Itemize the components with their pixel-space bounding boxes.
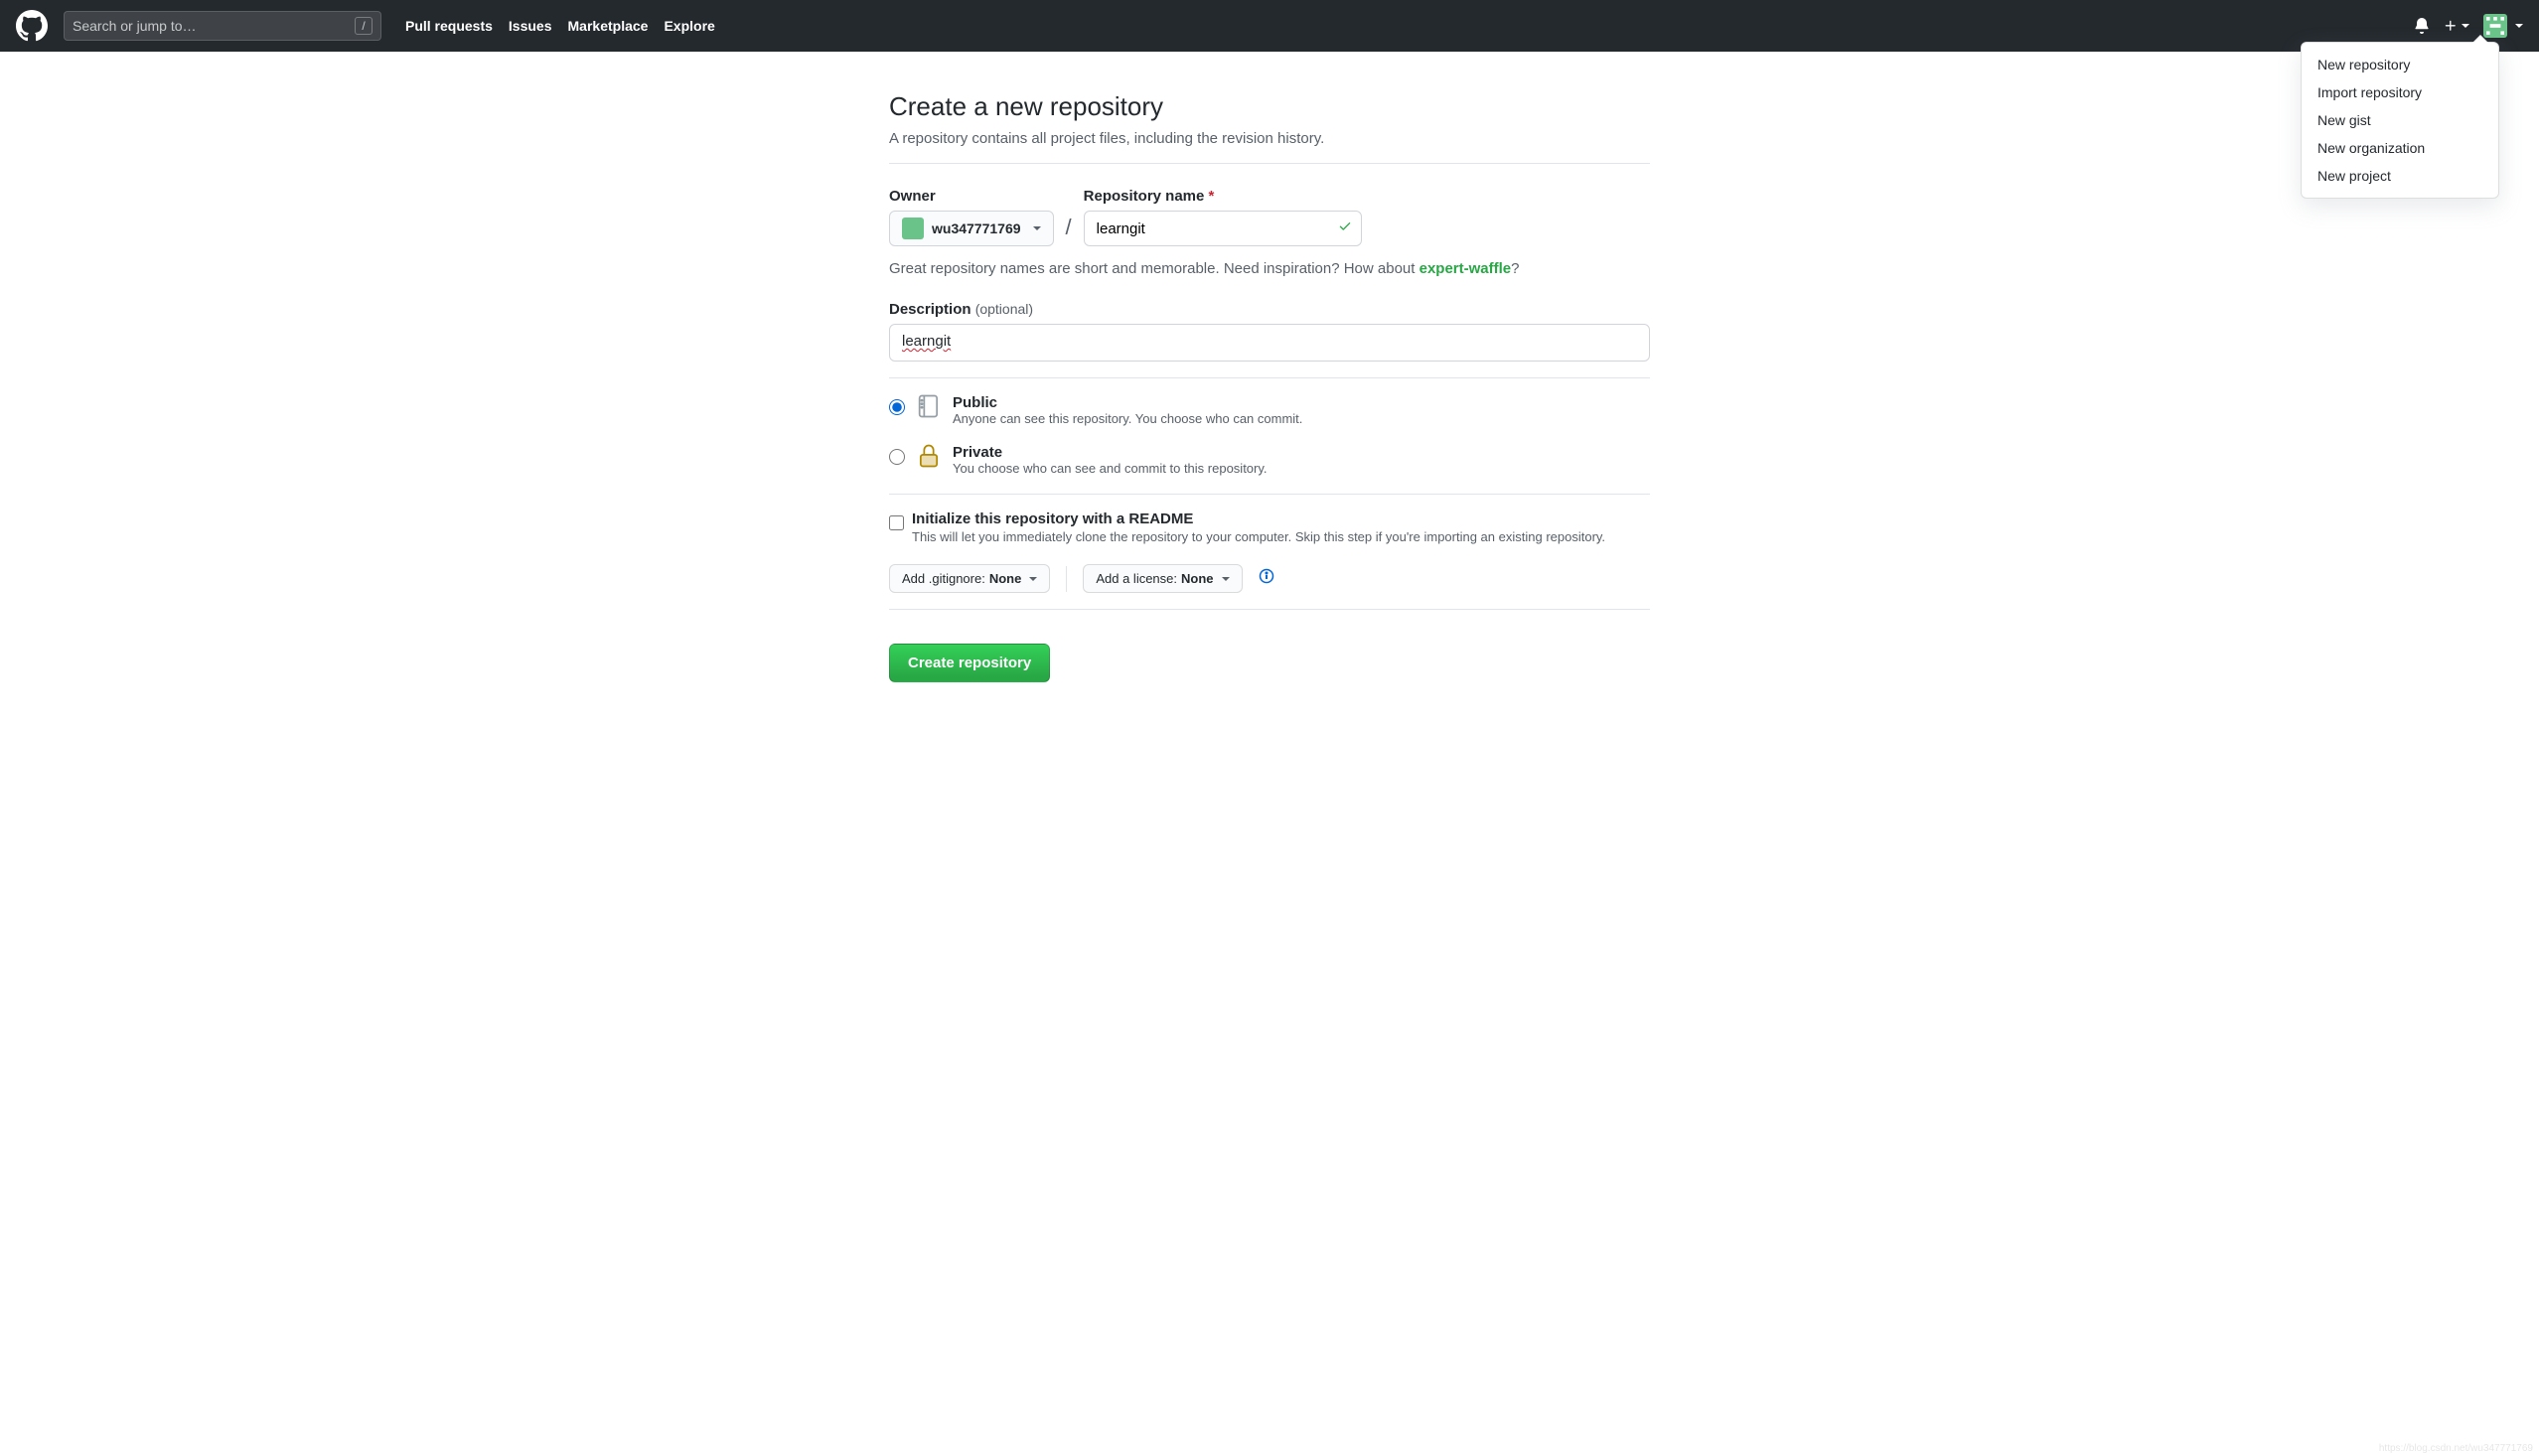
readme-title: Initialize this repository with a README bbox=[912, 510, 1605, 527]
menu-new-project[interactable]: New project bbox=[2302, 162, 2498, 190]
menu-import-repository[interactable]: Import repository bbox=[2302, 78, 2498, 106]
page-subtitle: A repository contains all project files,… bbox=[889, 130, 1650, 147]
github-logo-icon[interactable] bbox=[16, 10, 48, 42]
create-new-dropdown[interactable] bbox=[2444, 19, 2469, 33]
search-box[interactable]: / bbox=[64, 11, 381, 41]
create-new-menu: New repository Import repository New gis… bbox=[2301, 42, 2499, 199]
search-input[interactable] bbox=[73, 18, 355, 34]
select-row: Add .gitignore: None Add a license: None bbox=[889, 564, 1650, 593]
menu-new-gist[interactable]: New gist bbox=[2302, 106, 2498, 134]
caret-down-icon bbox=[2462, 24, 2469, 28]
create-repository-button[interactable]: Create repository bbox=[889, 644, 1050, 682]
name-hint: Great repository names are short and mem… bbox=[889, 260, 1650, 277]
license-info-icon[interactable] bbox=[1259, 568, 1274, 589]
readme-checkbox[interactable] bbox=[889, 515, 904, 530]
public-radio[interactable] bbox=[889, 399, 905, 415]
divider bbox=[889, 377, 1650, 378]
gitignore-select[interactable]: Add .gitignore: None bbox=[889, 564, 1050, 593]
name-suggestion[interactable]: expert-waffle bbox=[1419, 260, 1512, 277]
readme-row: Initialize this repository with a README… bbox=[889, 510, 1650, 544]
lock-icon bbox=[915, 442, 943, 470]
menu-new-organization[interactable]: New organization bbox=[2302, 134, 2498, 162]
nav-marketplace[interactable]: Marketplace bbox=[568, 18, 649, 34]
private-desc: You choose who can see and commit to thi… bbox=[953, 461, 1268, 476]
user-menu[interactable] bbox=[2483, 14, 2523, 38]
public-desc: Anyone can see this repository. You choo… bbox=[953, 411, 1302, 426]
public-title: Public bbox=[953, 394, 1302, 411]
divider bbox=[889, 163, 1650, 164]
description-section: Description (optional) learngit bbox=[889, 301, 1650, 362]
header-right bbox=[2414, 14, 2523, 38]
owner-repo-row: Owner wu347771769 / Repository name * bbox=[889, 188, 1650, 246]
divider bbox=[889, 609, 1650, 610]
nav-issues[interactable]: Issues bbox=[509, 18, 552, 34]
divider bbox=[889, 494, 1650, 495]
private-radio[interactable] bbox=[889, 449, 905, 465]
top-nav: Pull requests Issues Marketplace Explore bbox=[405, 18, 715, 34]
description-input[interactable] bbox=[889, 324, 1650, 362]
caret-down-icon bbox=[1033, 226, 1041, 230]
license-select[interactable]: Add a license: None bbox=[1083, 564, 1242, 593]
path-separator: / bbox=[1066, 215, 1072, 246]
menu-new-repository[interactable]: New repository bbox=[2302, 51, 2498, 78]
main-container: Create a new repository A repository con… bbox=[873, 91, 1666, 682]
search-shortcut-badge: / bbox=[355, 17, 373, 35]
notifications-icon[interactable] bbox=[2414, 18, 2430, 34]
repo-name-input[interactable] bbox=[1084, 211, 1362, 246]
watermark: https://blog.csdn.net/wu347771769 bbox=[2379, 1443, 2533, 1454]
nav-pull-requests[interactable]: Pull requests bbox=[405, 18, 493, 34]
private-title: Private bbox=[953, 444, 1268, 461]
owner-avatar-icon bbox=[902, 218, 924, 239]
page-title: Create a new repository bbox=[889, 91, 1650, 122]
global-header: / Pull requests Issues Marketplace Explo… bbox=[0, 0, 2539, 52]
caret-down-icon bbox=[2515, 24, 2523, 28]
divider bbox=[1066, 566, 1067, 592]
visibility-private-row: Private You choose who can see and commi… bbox=[889, 444, 1650, 476]
repo-name-label: Repository name * bbox=[1084, 188, 1362, 205]
owner-select[interactable]: wu347771769 bbox=[889, 211, 1054, 246]
repo-icon bbox=[915, 392, 943, 420]
description-label: Description (optional) bbox=[889, 301, 1650, 318]
nav-explore[interactable]: Explore bbox=[664, 18, 714, 34]
readme-desc: This will let you immediately clone the … bbox=[912, 529, 1605, 544]
check-icon bbox=[1338, 219, 1352, 238]
owner-label: Owner bbox=[889, 188, 1054, 205]
owner-name: wu347771769 bbox=[932, 220, 1021, 236]
caret-down-icon bbox=[1029, 577, 1037, 581]
caret-down-icon bbox=[1222, 577, 1230, 581]
visibility-public-row: Public Anyone can see this repository. Y… bbox=[889, 394, 1650, 426]
